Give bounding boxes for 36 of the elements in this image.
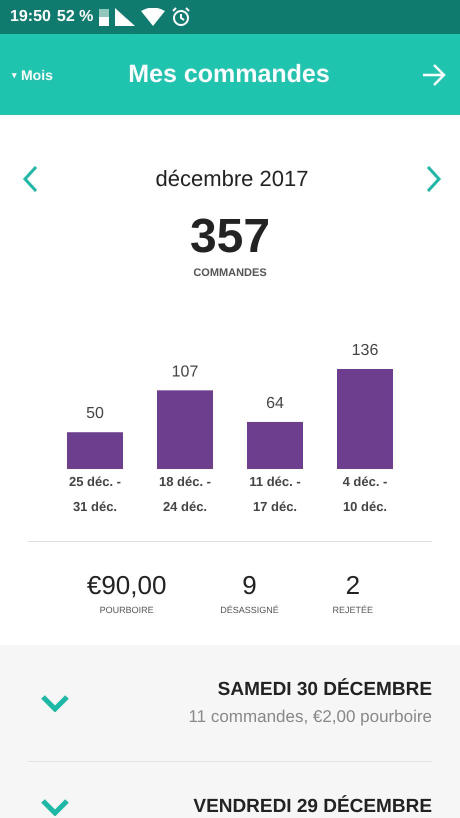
- page-title: Mes commandes: [127, 60, 331, 89]
- dropdown-caret[interactable]: ▾: [12, 70, 17, 80]
- bar-value-x: 50: [86, 405, 104, 422]
- bar-value-x: 136: [352, 342, 378, 359]
- chevron-left-icon[interactable]: [22, 165, 38, 193]
- bar-category: 11 déc. - 17 déc.: [248, 473, 302, 516]
- bar-category: 18 déc. - 24 déc.: [158, 473, 212, 516]
- chevron-down-icon[interactable]: [40, 798, 70, 816]
- stat-label: DÉSASSIGNÉ: [220, 605, 279, 615]
- bar-category: 4 déc. - 10 déc.: [342, 473, 388, 516]
- battery-icon: [99, 8, 110, 26]
- period-selector[interactable]: Mois: [21, 66, 53, 82]
- order-total: 357: [188, 213, 272, 261]
- day-summary: 11 commandes, €2,00 pourboire: [187, 707, 432, 727]
- battery-percent: 52 %: [56, 8, 94, 26]
- signal-icon: [115, 8, 136, 26]
- stat-label: REJETÉE: [332, 605, 374, 615]
- wifi-icon: [141, 8, 166, 26]
- stat-label: POURBOIRE: [98, 605, 155, 615]
- day-title: SAMEDI 30 DÉCEMBRE: [216, 679, 432, 701]
- month-label: décembre 2017: [156, 166, 308, 192]
- chevron-right-icon[interactable]: [426, 165, 442, 193]
- arrow-right-icon[interactable]: [422, 64, 446, 86]
- stat-value: 2: [344, 570, 362, 601]
- clock-time: 19:50: [10, 8, 51, 26]
- alarm-icon: [171, 7, 192, 27]
- chevron-down-icon[interactable]: [40, 694, 70, 712]
- chart-bar: [247, 422, 303, 469]
- bar-category: 25 déc. - 31 déc.: [68, 473, 122, 516]
- stat-value: €90,00: [86, 570, 166, 601]
- stat-value: 9: [241, 570, 258, 601]
- day-title: VENDREDI 29 DÉCEMBRE: [192, 796, 432, 818]
- bar-value-x: 107: [172, 363, 198, 380]
- total-label: COMMANDES: [192, 267, 268, 279]
- chart-bar: [67, 432, 123, 469]
- bar-value-x: 64: [266, 394, 284, 412]
